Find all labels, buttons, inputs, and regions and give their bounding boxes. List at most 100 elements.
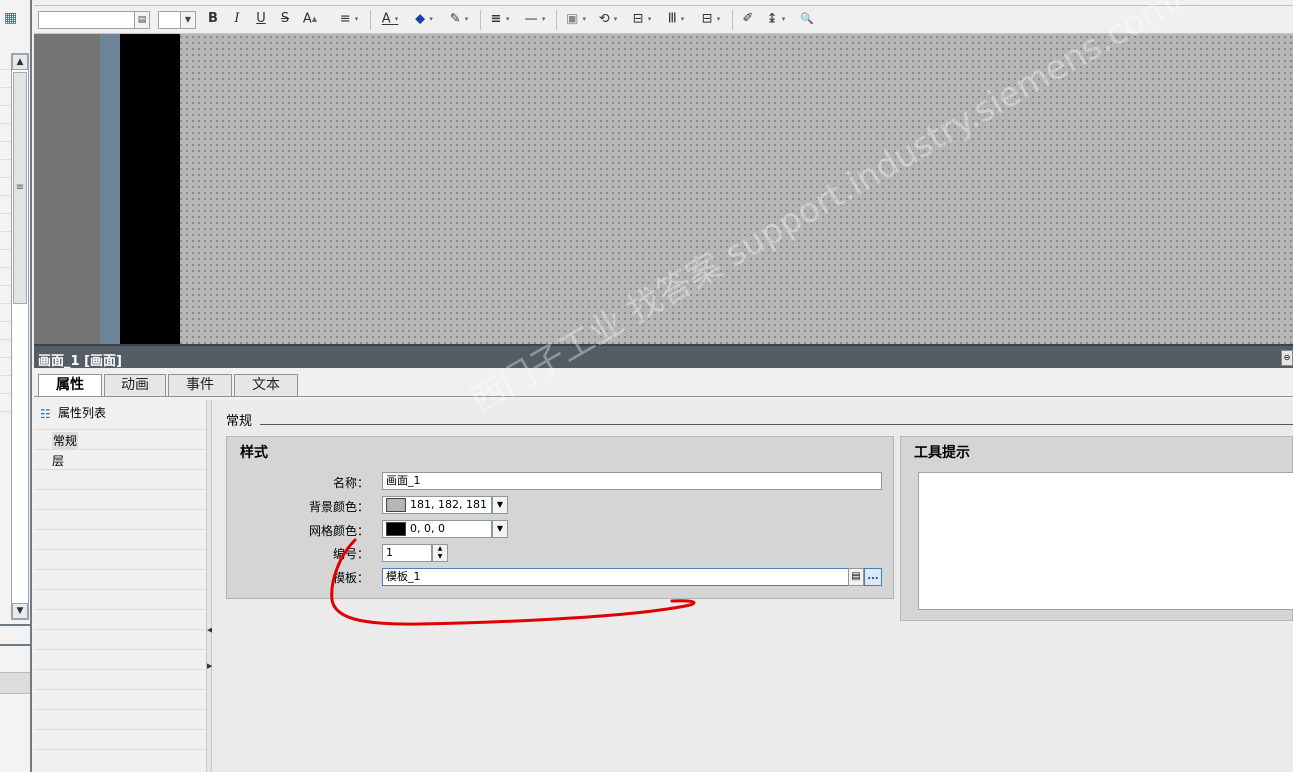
chevron-down-icon: ▾ bbox=[716, 15, 721, 23]
scroll-thumb[interactable]: ≡ bbox=[13, 72, 27, 304]
font-size-up-button[interactable]: A▲ bbox=[300, 10, 320, 28]
nav-divider bbox=[34, 429, 206, 430]
background-color-field[interactable]: 181, 182, 181 bbox=[382, 496, 492, 514]
italic-button[interactable]: I bbox=[230, 10, 244, 28]
chevron-down-icon: ▾ bbox=[680, 15, 685, 23]
bold-button[interactable]: B bbox=[206, 10, 220, 28]
chevron-down-icon: ▾ bbox=[582, 15, 586, 23]
text-color-icon: A bbox=[381, 11, 391, 27]
chevron-down-icon: ▾ bbox=[354, 15, 359, 23]
nav-item-general[interactable]: 常规 bbox=[52, 432, 79, 449]
fill-color-button[interactable]: ◆ ▾ bbox=[410, 10, 438, 28]
pipette-button[interactable]: ✐ bbox=[740, 10, 756, 28]
sort-icon: ↨ bbox=[766, 11, 778, 27]
chevron-down-icon: ▾ bbox=[464, 15, 469, 23]
background-color-swatch bbox=[386, 498, 406, 512]
left-panel-strip: ▦ ▲ ≡ ▼ bbox=[0, 0, 32, 772]
template-browse-button[interactable]: ... bbox=[864, 568, 882, 586]
tree-action-icon[interactable]: ▦ bbox=[4, 10, 20, 26]
toolbar-separator bbox=[370, 10, 371, 30]
tab-texts[interactable]: 文本 bbox=[234, 374, 298, 396]
font-size-up-label: A bbox=[302, 11, 312, 27]
left-list-rows bbox=[0, 52, 11, 622]
nav-divider bbox=[34, 509, 206, 510]
scroll-down-icon[interactable]: ▼ bbox=[12, 603, 28, 619]
inspector-corner-icon[interactable]: ⊖ bbox=[1281, 350, 1293, 366]
tooltip-text-area[interactable] bbox=[918, 472, 1293, 610]
style-group-title: 样式 bbox=[240, 445, 268, 461]
property-list-header: ☷ 属性列表 bbox=[40, 404, 106, 421]
nav-item-layers[interactable]: 层 bbox=[52, 452, 64, 469]
style-group: 样式 名称： 画面_1 背景颜色： 181, 182, 181 ▼ 网格颜色： … bbox=[226, 436, 894, 599]
inspector-window: 画面_1 [画面] ⊖ 属性 动画 事件 文本 ☷ 属性列表 常规 层 ◀ ▶ bbox=[34, 344, 1293, 772]
chevron-down-icon: ▾ bbox=[505, 15, 510, 23]
canvas-dark-strip bbox=[34, 34, 100, 344]
align-objects-button[interactable]: ⊟ ▾ bbox=[628, 10, 656, 28]
font-family-dropdown-icon[interactable]: ▤ bbox=[134, 11, 150, 29]
tab-properties[interactable]: 属性 bbox=[38, 374, 102, 397]
stepper-down-icon[interactable]: ▼ bbox=[433, 553, 447, 561]
rotate-icon: ⟲ bbox=[598, 11, 610, 27]
nav-divider bbox=[34, 589, 206, 590]
zoom-icon[interactable]: 🔍 bbox=[798, 10, 816, 28]
grid-color-dropdown-icon[interactable]: ▼ bbox=[492, 520, 508, 538]
line-color-icon: ✎ bbox=[449, 11, 461, 27]
toolbar-separator bbox=[732, 10, 733, 30]
background-color-label: 背景颜色： bbox=[308, 500, 369, 514]
nav-divider bbox=[34, 469, 206, 470]
arrange-icon: ▣ bbox=[566, 11, 579, 27]
stepper-up-icon[interactable]: ▲ bbox=[433, 545, 447, 553]
align-icon: ≡ bbox=[339, 11, 351, 27]
line-color-button[interactable]: ✎ ▾ bbox=[444, 10, 474, 28]
strikethrough-button[interactable]: S bbox=[278, 10, 292, 28]
property-list-label: 属性列表 bbox=[58, 406, 107, 420]
align-text-button[interactable]: ≡ ▾ bbox=[334, 10, 364, 28]
left-divider bbox=[0, 624, 30, 626]
left-scrollbar[interactable]: ▲ ≡ ▼ bbox=[11, 53, 29, 620]
left-divider bbox=[0, 644, 30, 646]
nav-divider bbox=[34, 449, 206, 450]
property-list-nav: ☷ 属性列表 常规 层 bbox=[34, 397, 206, 772]
tab-animations[interactable]: 动画 bbox=[104, 374, 166, 396]
grid-color-value: 0, 0, 0 bbox=[410, 522, 445, 535]
collapse-left-icon[interactable]: ◀ bbox=[207, 626, 212, 634]
expand-right-icon[interactable]: ▶ bbox=[207, 662, 212, 670]
screen-canvas[interactable] bbox=[34, 34, 1293, 344]
number-stepper[interactable]: ▲ ▼ bbox=[432, 544, 448, 562]
toolbar-separator bbox=[556, 10, 557, 30]
grid-color-label: 网格颜色： bbox=[308, 524, 369, 538]
name-input[interactable]: 画面_1 bbox=[382, 472, 882, 490]
nav-divider bbox=[34, 569, 206, 570]
canvas-blue-strip bbox=[100, 34, 120, 344]
rotate-button[interactable]: ⟲ ▾ bbox=[594, 10, 622, 28]
template-input[interactable]: 模板_1 bbox=[382, 568, 849, 586]
underline-button[interactable]: U bbox=[254, 10, 268, 28]
distribute-button[interactable]: Ⅲ ▾ bbox=[662, 10, 690, 28]
arrange-button[interactable]: ▣ ▾ bbox=[562, 10, 590, 28]
scroll-up-icon[interactable]: ▲ bbox=[12, 54, 28, 70]
line-weight-button[interactable]: ≡ ▾ bbox=[486, 10, 514, 28]
grid-color-field[interactable]: 0, 0, 0 bbox=[382, 520, 492, 538]
text-color-button[interactable]: A ▾ bbox=[376, 10, 404, 28]
template-list-icon[interactable]: ▤ bbox=[848, 568, 864, 586]
line-weight-icon: ≡ bbox=[490, 11, 502, 27]
property-list-icon: ☷ bbox=[40, 406, 51, 421]
font-size-dropdown-icon[interactable]: ▼ bbox=[180, 11, 196, 29]
align-objects-icon: ⊟ bbox=[632, 11, 644, 27]
chevron-down-icon: ▾ bbox=[429, 15, 433, 23]
number-label: 编号： bbox=[332, 547, 369, 561]
chevron-down-icon: ▾ bbox=[647, 15, 652, 23]
same-size-button[interactable]: ⊟ ▾ bbox=[696, 10, 726, 28]
sort-button[interactable]: ↨ ▾ bbox=[762, 10, 790, 28]
background-color-dropdown-icon[interactable]: ▼ bbox=[492, 496, 508, 514]
same-size-icon: ⊟ bbox=[701, 11, 713, 27]
distribute-icon: Ⅲ bbox=[667, 11, 677, 27]
toolbar-separator bbox=[480, 10, 481, 30]
nav-divider bbox=[34, 689, 206, 690]
name-label: 名称： bbox=[332, 476, 369, 490]
chevron-down-icon: ▾ bbox=[541, 15, 546, 23]
number-input[interactable]: 1 bbox=[382, 544, 432, 562]
grid-color-swatch bbox=[386, 522, 406, 536]
line-style-button[interactable]: — ▾ bbox=[520, 10, 550, 28]
tab-events[interactable]: 事件 bbox=[168, 374, 232, 396]
